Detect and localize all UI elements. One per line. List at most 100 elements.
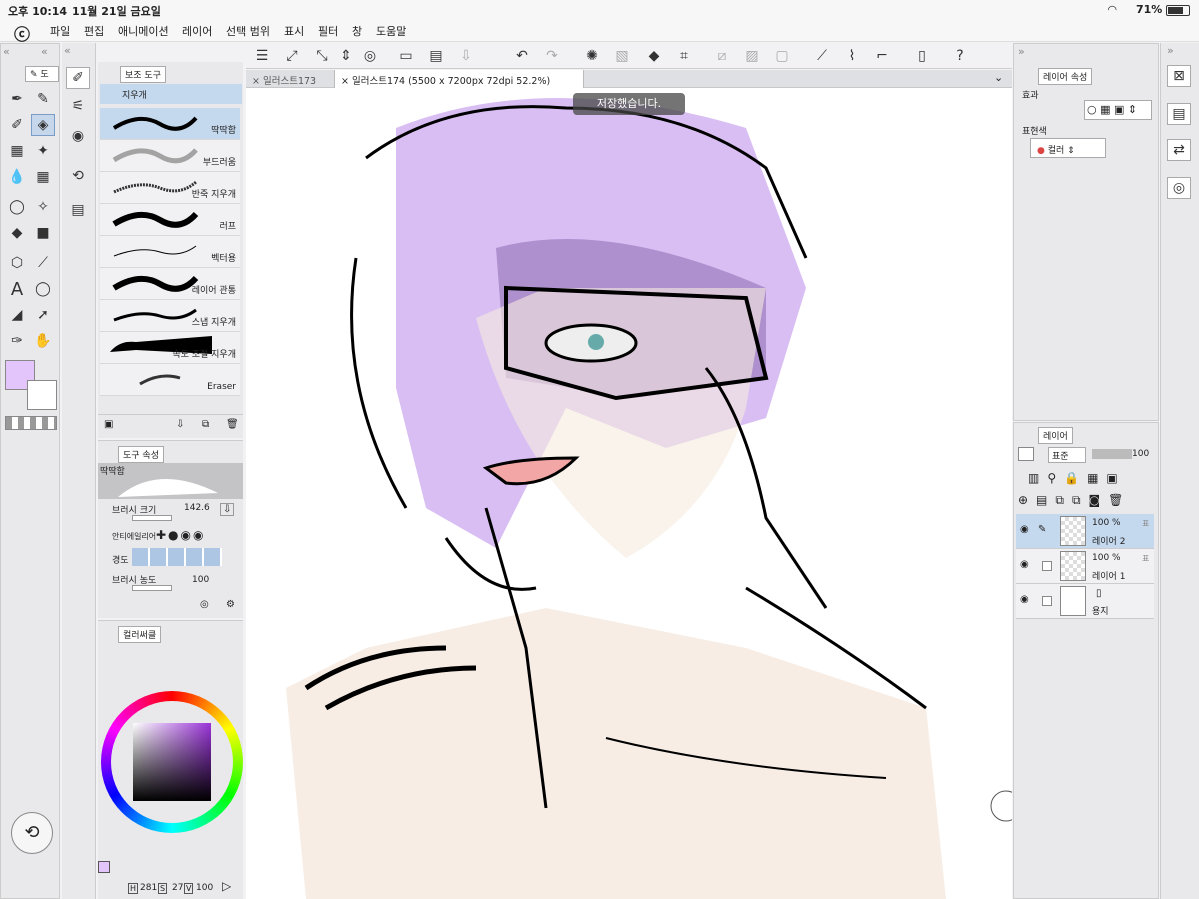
tab-illust174[interactable]: × 일러스트174 (5500 x 7200px 72dpi 52.2%) (334, 70, 584, 88)
brush-rough[interactable]: 러프 (100, 204, 240, 236)
undo-icon[interactable]: ↶ (510, 45, 534, 67)
help-icon[interactable]: ? (948, 45, 972, 67)
menu-layer[interactable]: 레이어 (182, 23, 212, 39)
rotate-icon[interactable]: ⟲ (11, 812, 53, 854)
blend-icon[interactable]: 💧 (5, 166, 29, 188)
effect-buttons[interactable]: ○ ▦ ▣ ⇕ (1084, 100, 1152, 120)
brush-vector[interactable]: 벡터용 (100, 236, 240, 268)
brush-speed[interactable]: 속도 조절 지우개 (100, 332, 240, 364)
tab-illust173[interactable]: × 일러스트173 (246, 70, 334, 88)
hand-icon[interactable]: ✋ (31, 330, 55, 352)
eraser-icon[interactable]: ◈ (31, 114, 55, 136)
save-icon[interactable]: ⇩ (454, 45, 478, 67)
app-logo-icon[interactable]: ⓒ (14, 21, 30, 45)
ruler-icon[interactable]: ⟋ (810, 45, 834, 67)
brush-size-value[interactable]: 142.6 (184, 503, 210, 513)
balloon-icon[interactable]: ◯ (31, 278, 55, 300)
cube-icon[interactable]: ⬡ (5, 252, 29, 274)
brush-soft[interactable]: 부드러움 (100, 140, 240, 172)
brush-hard[interactable]: 딱딱함 (100, 108, 240, 140)
layer-row-paper[interactable]: ◉ ▯ 용지 (1016, 584, 1154, 619)
fill-icon[interactable]: ◆ (642, 45, 666, 67)
subtool-import-icon[interactable]: ⇩ (176, 419, 184, 430)
layer-row-2[interactable]: ◉ ✎ 100 % 레이어 2 표 (1016, 514, 1154, 549)
tool-property-panel-icon[interactable]: ⚟ (66, 95, 90, 117)
menu-view[interactable]: 표시 (284, 23, 304, 39)
opacity-slider[interactable] (1092, 449, 1132, 459)
open-folder-icon[interactable]: ▤ (424, 45, 448, 67)
layer-color-toggle[interactable] (1018, 447, 1034, 461)
menu-window[interactable]: 창 (352, 23, 362, 39)
stamp-icon[interactable]: ▦ (5, 140, 29, 162)
brush-size-slider[interactable] (132, 515, 172, 521)
eye-icon[interactable]: ◉ (1020, 594, 1029, 605)
density-value[interactable]: 100 (192, 575, 209, 585)
menu-icon[interactable]: ☰ (250, 45, 274, 67)
line-icon[interactable]: ⟋ (31, 252, 55, 274)
collapse-right-icon[interactable]: » (1018, 45, 1025, 58)
frame-icon[interactable]: ◢ (5, 304, 29, 326)
subtool-group[interactable]: 지우개 (100, 84, 242, 104)
timeline-tab-icon[interactable]: ▤ (1167, 103, 1191, 125)
drawing-canvas[interactable] (246, 88, 1012, 899)
brush-snap[interactable]: 스냅 지우개 (100, 300, 240, 332)
expression-color-select[interactable]: ● 컬러 ⇕ (1030, 138, 1106, 158)
grid-icon[interactable]: ▦ (31, 166, 55, 188)
collapse-inner-icon[interactable]: « (41, 45, 48, 58)
brush-icon[interactable]: ✐ (5, 114, 29, 136)
brush-size-download-icon[interactable]: ⇩ (220, 503, 235, 516)
color-panel-icon[interactable]: ◉ (66, 125, 90, 147)
saturation-value-square[interactable] (133, 723, 211, 801)
transform-icon[interactable]: ⤡ (310, 45, 334, 67)
menu-edit[interactable]: 편집 (84, 23, 104, 39)
toolprop-wrench-icon[interactable]: ⚙ (226, 599, 235, 610)
menu-help[interactable]: 도움말 (376, 23, 406, 39)
play-icon[interactable]: ▷ (222, 879, 231, 893)
tab-close-icon[interactable]: × (252, 76, 263, 87)
mini-main-color[interactable] (98, 861, 110, 873)
layer-property-tab-icon[interactable]: ⊠ (1167, 65, 1191, 87)
brush-kneaded[interactable]: 반죽 지우개 (100, 172, 240, 204)
eyedropper-icon[interactable]: ✑ (5, 330, 29, 352)
sub-color-swatch[interactable] (27, 380, 57, 410)
deselect-icon[interactable]: ⧄ (710, 45, 734, 67)
selection-frame-icon[interactable]: ▢ (770, 45, 794, 67)
collapse-left-icon[interactable]: « (3, 45, 10, 58)
opacity-value[interactable]: 100 (1132, 449, 1149, 459)
lasso-icon[interactable]: ◯ (5, 196, 29, 218)
blend-mode-select[interactable]: 표준 (1048, 447, 1086, 463)
eye-icon[interactable]: ◉ (1020, 559, 1029, 570)
history-tab-icon[interactable]: ⇄ (1167, 139, 1191, 161)
device-icon[interactable]: ▯ (910, 45, 934, 67)
subtool-settings-icon[interactable]: ▣ (104, 419, 113, 430)
layer-action-icons[interactable]: ⊕▤⧉⧉◙🗑 (1018, 493, 1131, 508)
tab-close-icon[interactable]: × (341, 76, 352, 87)
collapse-far-right-icon[interactable]: » (1167, 44, 1174, 57)
crop-icon[interactable]: ⌗ (672, 45, 696, 67)
eye-icon[interactable]: ◉ (1020, 524, 1029, 535)
fit-canvas-icon[interactable]: ⤢ (280, 45, 304, 67)
magic-wand-icon[interactable]: ✧ (31, 196, 55, 218)
subtool-delete-icon[interactable]: 🗑 (226, 419, 239, 430)
material-panel-icon[interactable]: ▤ (66, 199, 90, 221)
menu-file[interactable]: 파일 (50, 23, 70, 39)
density-slider[interactable] (132, 585, 172, 591)
loading-icon[interactable]: ✺ (580, 45, 604, 67)
brush-settings-icon[interactable]: ⌇ (840, 45, 864, 67)
menu-filter[interactable]: 필터 (318, 23, 338, 39)
subtool-panel-icon[interactable]: ✐ (66, 67, 90, 89)
stepper-icon[interactable]: ⇕ (334, 45, 358, 67)
subtool-copy-icon[interactable]: ⧉ (202, 419, 209, 430)
pen-line-icon[interactable]: ⌐ (870, 45, 894, 67)
gradient-icon[interactable]: ■ (31, 222, 55, 244)
collapse-strip-icon[interactable]: « (64, 44, 71, 57)
menu-animation[interactable]: 애니메이션 (118, 23, 169, 39)
antialias-options-icon[interactable]: ✚●◉◉ (156, 528, 205, 542)
layer-check[interactable] (1042, 596, 1052, 606)
layer-row-1[interactable]: ◉ 100 % 레이어 1 표 (1016, 549, 1154, 584)
sparkle-icon[interactable]: ✦ (31, 140, 55, 162)
transparent-swatch[interactable] (5, 416, 57, 430)
navigator-panel-icon[interactable]: ⟲ (66, 165, 90, 187)
brush-eraser[interactable]: Eraser (100, 364, 240, 396)
tabs-dropdown-icon[interactable]: ⌄ (994, 71, 1003, 84)
